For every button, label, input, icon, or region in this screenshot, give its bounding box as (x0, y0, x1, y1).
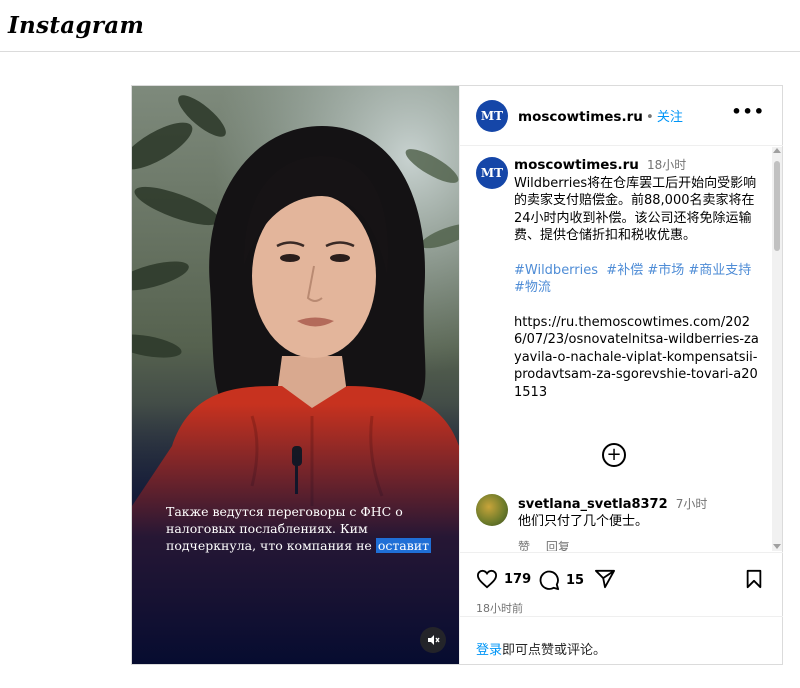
mute-button[interactable] (420, 627, 446, 653)
commenter-avatar[interactable] (476, 494, 508, 526)
share-icon (595, 569, 615, 589)
scrollbar-thumb[interactable] (774, 161, 780, 251)
hashtags: #Wildberries #补偿 #市场 #商业支持 #物流 (514, 262, 759, 297)
comments-scrollbar[interactable] (772, 147, 782, 551)
login-rest: 即可点赞或评论。 (502, 643, 607, 658)
post-header: MT moscowtimes.ru • 关注 ••• (460, 86, 783, 146)
video-frame (132, 86, 459, 664)
post-time: 18小时前 (476, 602, 523, 615)
login-prompt: 登录即可点赞或评论。 (460, 616, 783, 664)
save-button[interactable] (745, 569, 769, 589)
header-user: moscowtimes.ru • 关注 (518, 106, 683, 125)
hashtag[interactable]: #Wildberries (514, 263, 598, 278)
comment-icon (539, 570, 560, 591)
scroll-down-icon[interactable] (773, 544, 781, 549)
top-bar: Instagram (0, 0, 800, 52)
post-video[interactable]: Также ведутся переговоры с ФНС о налогов… (132, 86, 459, 664)
comments-area[interactable]: MT moscowtimes.ru 18小时 Wildberries将在仓库罢工… (460, 147, 783, 551)
hashtag[interactable]: #市场 (647, 263, 684, 278)
caption-avatar[interactable]: MT (476, 157, 508, 189)
hashtag[interactable]: #商业支持 (688, 263, 751, 278)
heart-icon (476, 569, 498, 589)
like-button[interactable]: 179 (476, 569, 531, 589)
instagram-logo[interactable]: Instagram (8, 12, 144, 39)
hashtag[interactable]: #物流 (514, 280, 551, 295)
comment-reply-button[interactable]: 回复 (546, 540, 570, 551)
subtitle-text: Также ведутся переговоры с ФНС о налогов… (166, 504, 403, 553)
login-link[interactable]: 登录 (476, 643, 502, 658)
account-username[interactable]: moscowtimes.ru (518, 109, 643, 125)
scroll-up-icon[interactable] (773, 148, 781, 153)
caption-link: https://ru.themoscowtimes.com/2026/07/23… (514, 314, 759, 400)
comment: svetlana_svetla8372 7小时 他们只付了几个便士。 (518, 496, 758, 530)
caption: moscowtimes.ru 18小时 Wildberries将在仓库罢工后开始… (514, 157, 759, 401)
comment-username[interactable]: svetlana_svetla8372 (518, 497, 668, 512)
comment-time: 7小时 (675, 497, 708, 511)
follow-button[interactable]: 关注 (657, 110, 683, 125)
comment-button[interactable]: 15 (538, 569, 584, 591)
account-avatar[interactable]: MT (476, 100, 508, 132)
more-options-icon[interactable]: ••• (731, 102, 765, 121)
caption-text: Wildberries将在仓库罢工后开始向受影响的卖家支付赔偿金。前88,000… (514, 175, 757, 244)
comment-count[interactable]: 15 (566, 573, 584, 588)
bookmark-icon (746, 569, 762, 589)
video-subtitle: Также ведутся переговоры с ФНС о налогов… (166, 503, 436, 554)
subtitle-highlight: оставит (375, 538, 432, 553)
post-actions: 179 15 18小时前 (460, 552, 783, 615)
comment-text: 他们只付了几个便士。 (518, 514, 649, 529)
comment-like-button[interactable]: 赞 (518, 540, 530, 551)
hashtag[interactable]: #补偿 (606, 263, 643, 278)
add-circle-icon[interactable]: + (602, 443, 626, 467)
caption-username[interactable]: moscowtimes.ru (514, 157, 639, 173)
like-count[interactable]: 179 (504, 572, 531, 587)
login-text: 登录即可点赞或评论。 (476, 639, 606, 658)
comment-actions: 赞 回复 (518, 538, 582, 551)
post-dialog: Также ведутся переговоры с ФНС о налогов… (131, 85, 783, 665)
mute-icon (428, 635, 440, 645)
share-button[interactable] (594, 569, 622, 589)
post-sidebar: MT moscowtimes.ru • 关注 ••• MT moscowtimes.… (459, 86, 783, 664)
separator-dot: • (645, 109, 654, 125)
caption-time: 18小时 (647, 158, 687, 172)
